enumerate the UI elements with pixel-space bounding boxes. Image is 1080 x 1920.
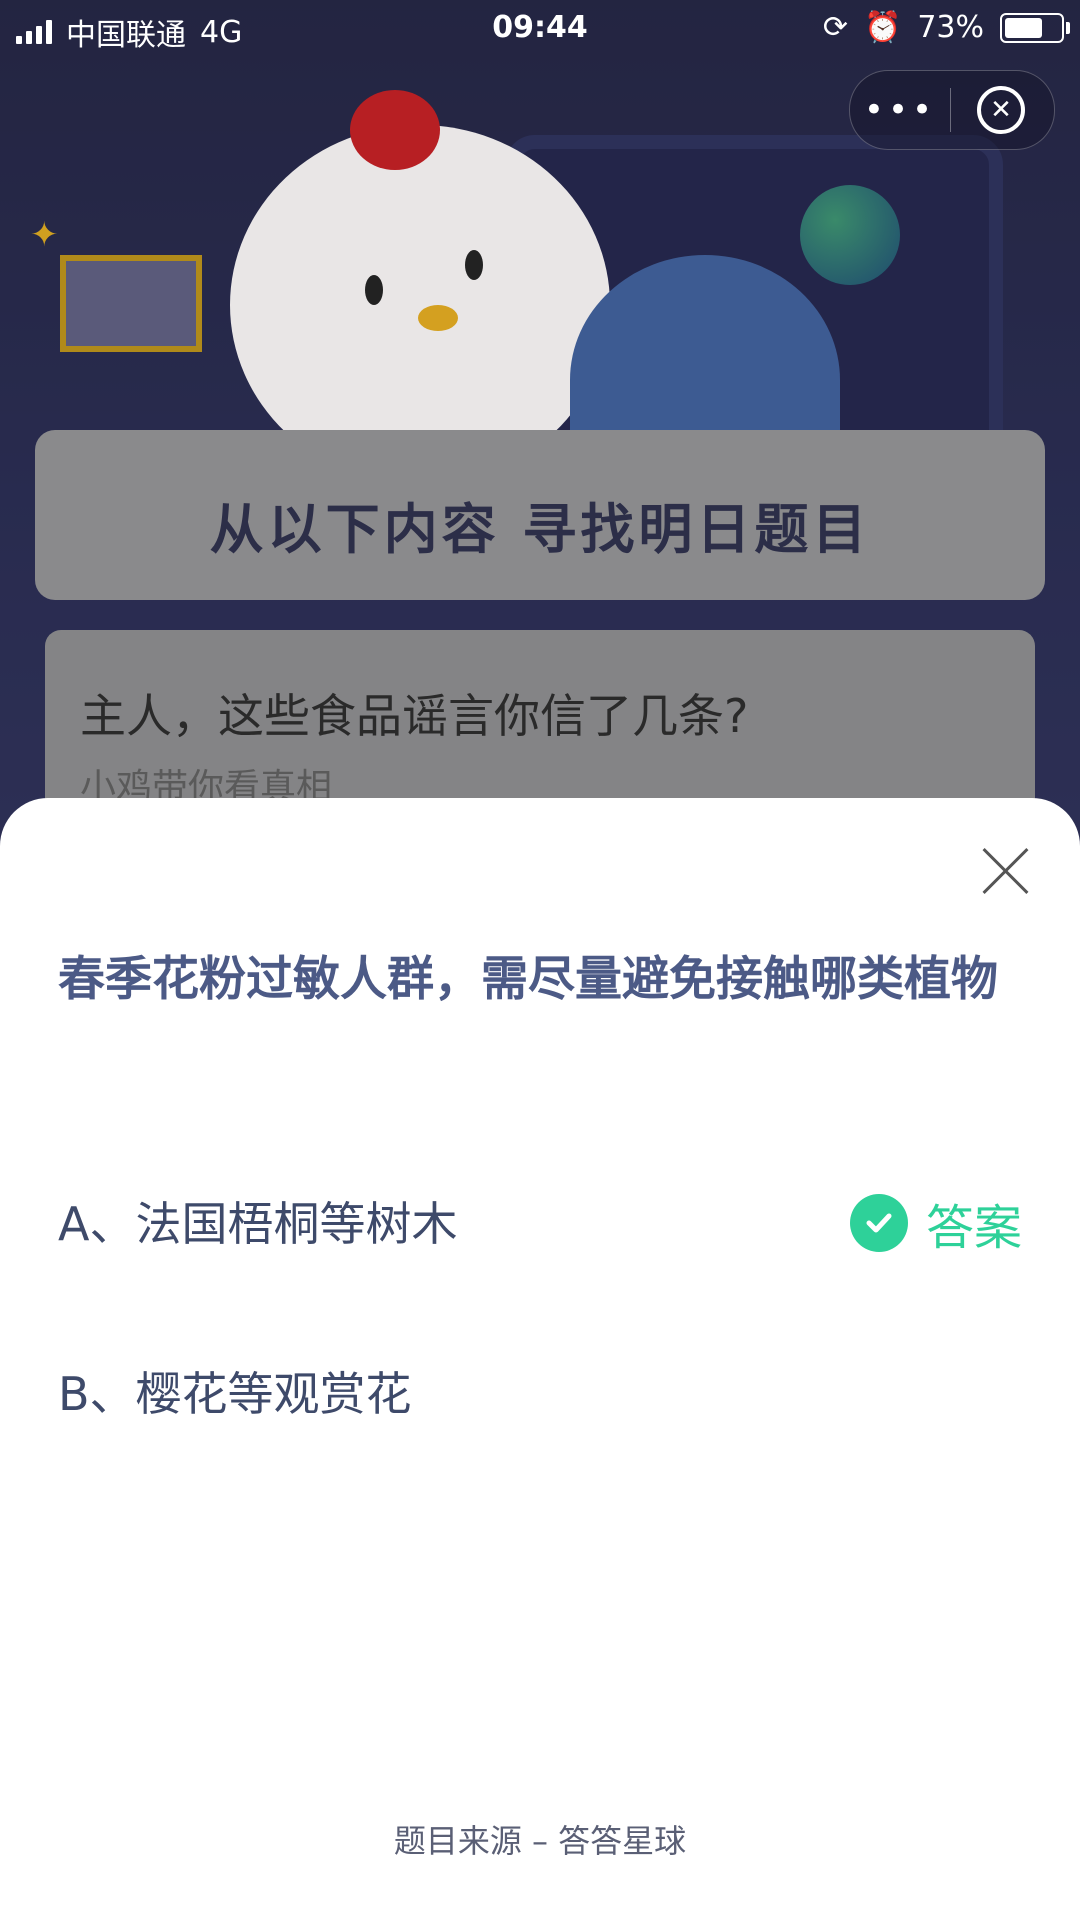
banner: 从以下内容 寻找明日题目	[35, 430, 1045, 600]
answer-indicator: 答案	[849, 1188, 1022, 1258]
close-icon[interactable]	[980, 844, 1030, 894]
medal-frame-illustration	[60, 255, 202, 352]
alarm-icon: ⏰	[863, 10, 902, 45]
banner-title: 从以下内容 寻找明日题目	[209, 498, 871, 561]
quiz-sheet: 春季花粉过敏人群，需尽量避免接触哪类植物 A、法国梧桐等树木 答案 B、樱花等观…	[0, 798, 1080, 1920]
mini-program-capsule: ••• ✕	[849, 70, 1055, 150]
sparkle-icon: ✦	[30, 215, 59, 255]
status-bar: 中国联通 4G 09:44 ⟳ ⏰ 73%	[0, 0, 1080, 56]
globe-icon	[800, 185, 900, 285]
option-b[interactable]: B、樱花等观赏花	[58, 1358, 412, 1424]
more-button[interactable]: •••	[850, 90, 950, 130]
chicken-eye	[365, 275, 383, 305]
question-source: 题目来源 – 答答星球	[393, 1822, 687, 1860]
chicken-comb	[350, 90, 440, 170]
answer-label: 答案	[925, 1200, 1022, 1256]
check-icon	[849, 1194, 908, 1252]
option-a[interactable]: A、法国梧桐等树木	[58, 1188, 457, 1254]
rotation-lock-icon: ⟳	[822, 10, 848, 45]
battery-icon	[1000, 12, 1070, 43]
question-text: 春季花粉过敏人群，需尽量避免接触哪类植物	[58, 952, 998, 1007]
battery-percent: 73%	[917, 10, 984, 45]
close-mini-program-button[interactable]: ✕	[951, 86, 1051, 134]
chicken-eye	[465, 250, 483, 280]
close-circle-icon: ✕	[977, 86, 1025, 134]
article-title: 主人，这些食品谣言你信了几条?	[80, 689, 749, 743]
chicken-beak	[418, 305, 458, 331]
